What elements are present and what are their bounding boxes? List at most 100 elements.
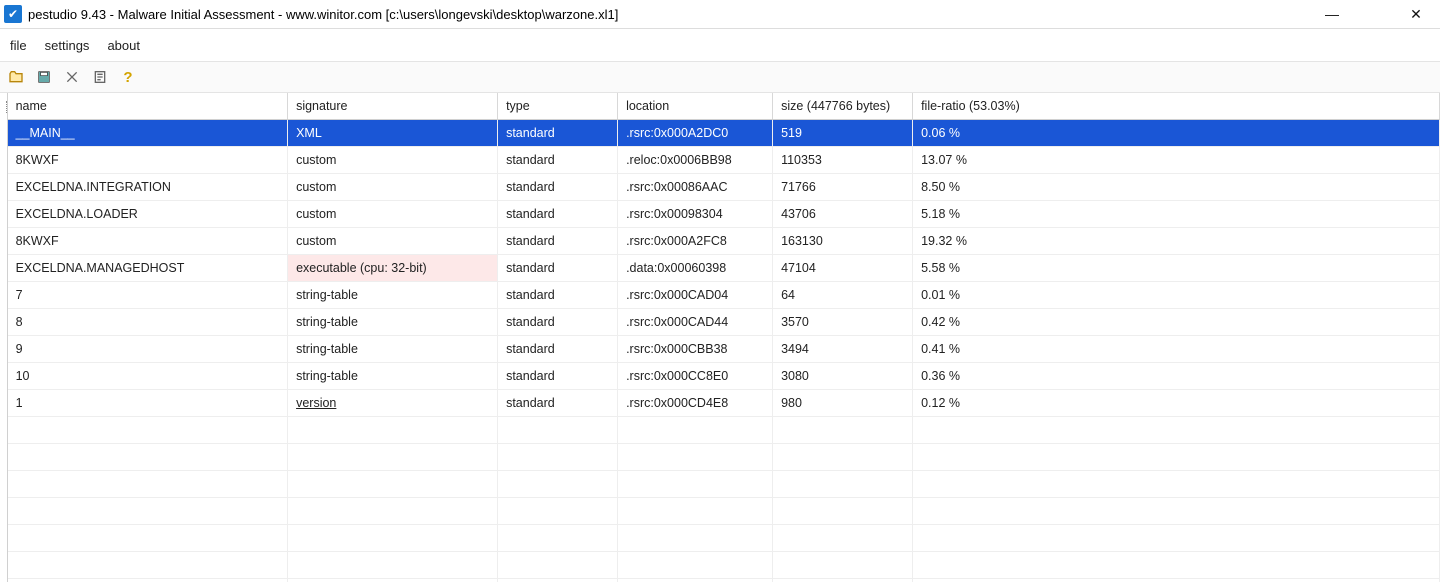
open-button[interactable] [6, 67, 26, 87]
table-row[interactable]: __MAIN__XMLstandard.rsrc:0x000A2DC05190.… [8, 120, 1440, 147]
cell-signature: string-table [288, 282, 498, 309]
table-header-row[interactable]: name signature type location size (44776… [8, 93, 1440, 120]
col-location[interactable]: location [618, 93, 773, 120]
table-row[interactable]: 7string-tablestandard.rsrc:0x000CAD04640… [8, 282, 1440, 309]
cell-empty [913, 444, 1440, 471]
table-row[interactable]: 9string-tablestandard.rsrc:0x000CBB38349… [8, 336, 1440, 363]
cell-file-ratio: 8.50 % [913, 174, 1440, 201]
cell-location: .rsrc:0x000A2DC0 [618, 120, 773, 147]
cell-size: 3494 [773, 336, 913, 363]
cell-empty [618, 471, 773, 498]
cell-size: 43706 [773, 201, 913, 228]
cell-signature: string-table [288, 363, 498, 390]
cell-name: EXCELDNA.INTEGRATION [8, 174, 288, 201]
window-title: pestudio 9.43 - Malware Initial Assessme… [28, 7, 1318, 22]
cell-empty [913, 498, 1440, 525]
table-row[interactable]: 10string-tablestandard.rsrc:0x000CC8E030… [8, 363, 1440, 390]
cell-signature: custom [288, 201, 498, 228]
cell-type: standard [498, 228, 618, 255]
cell-signature: XML [288, 120, 498, 147]
col-type[interactable]: type [498, 93, 618, 120]
col-size[interactable]: size (447766 bytes) [773, 93, 913, 120]
maximize-button[interactable] [1360, 4, 1388, 24]
cell-location: .rsrc:0x000CAD44 [618, 309, 773, 336]
table-row[interactable]: EXCELDNA.INTEGRATIONcustomstandard.rsrc:… [8, 174, 1440, 201]
cell-file-ratio: 0.36 % [913, 363, 1440, 390]
cell-signature: custom [288, 147, 498, 174]
cell-file-ratio: 0.41 % [913, 336, 1440, 363]
cell-type: standard [498, 255, 618, 282]
cell-empty [773, 552, 913, 579]
tree-pane[interactable]: − c:\users\longevski\desktop\warzone.xl1… [0, 93, 8, 582]
cell-size: 519 [773, 120, 913, 147]
toolbar: ? [0, 62, 1440, 93]
resources-table[interactable]: name signature type location size (44776… [8, 93, 1440, 582]
menu-file[interactable]: file [10, 38, 27, 53]
tree-root[interactable]: − c:\users\longevski\desktop\warzone.xl1 [6, 97, 7, 117]
cell-empty [288, 417, 498, 444]
cell-size: 163130 [773, 228, 913, 255]
col-name[interactable]: name [8, 93, 288, 120]
cell-type: standard [498, 390, 618, 417]
table-row[interactable]: 8KWXFcustomstandard.reloc:0x0006BB981103… [8, 147, 1440, 174]
save-button[interactable] [34, 67, 54, 87]
table-row-empty [8, 498, 1440, 525]
menu-about[interactable]: about [107, 38, 140, 53]
cell-location: .rsrc:0x000A2FC8 [618, 228, 773, 255]
cell-empty [8, 444, 288, 471]
minimize-button[interactable]: — [1318, 4, 1346, 24]
cell-location: .reloc:0x0006BB98 [618, 147, 773, 174]
col-file-ratio[interactable]: file-ratio (53.03%) [913, 93, 1440, 120]
table-row[interactable]: EXCELDNA.MANAGEDHOSTexecutable (cpu: 32-… [8, 255, 1440, 282]
table-row-empty [8, 579, 1440, 582]
table-row[interactable]: 8string-tablestandard.rsrc:0x000CAD44357… [8, 309, 1440, 336]
delete-icon [64, 69, 80, 85]
cell-location: .rsrc:0x000CAD04 [618, 282, 773, 309]
cell-name: __MAIN__ [8, 120, 288, 147]
titlebar: ✔ pestudio 9.43 - Malware Initial Assess… [0, 0, 1440, 29]
table-row[interactable]: 8KWXFcustomstandard.rsrc:0x000A2FC816313… [8, 228, 1440, 255]
table-row-empty [8, 417, 1440, 444]
table-row-empty [8, 552, 1440, 579]
app-icon: ✔ [4, 5, 22, 23]
cell-name: 8KWXF [8, 228, 288, 255]
help-button[interactable]: ? [118, 67, 138, 87]
table-row[interactable]: EXCELDNA.LOADERcustomstandard.rsrc:0x000… [8, 201, 1440, 228]
menubar: file settings about [0, 29, 1440, 62]
cell-size: 64 [773, 282, 913, 309]
cell-empty [498, 579, 618, 582]
table-body: __MAIN__XMLstandard.rsrc:0x000A2DC05190.… [8, 120, 1440, 582]
cell-size: 47104 [773, 255, 913, 282]
cell-location: .rsrc:0x000CBB38 [618, 336, 773, 363]
cell-file-ratio: 13.07 % [913, 147, 1440, 174]
cell-empty [8, 417, 288, 444]
delete-button[interactable] [62, 67, 82, 87]
cell-file-ratio: 0.06 % [913, 120, 1440, 147]
cell-name: 8 [8, 309, 288, 336]
col-signature[interactable]: signature [288, 93, 498, 120]
cell-file-ratio: 0.01 % [913, 282, 1440, 309]
cell-signature: custom [288, 174, 498, 201]
cell-empty [8, 579, 288, 582]
cell-type: standard [498, 147, 618, 174]
cell-empty [498, 498, 618, 525]
cell-location: .rsrc:0x000CD4E8 [618, 390, 773, 417]
table-pane[interactable]: name signature type location size (44776… [8, 93, 1440, 582]
cell-empty [288, 525, 498, 552]
cell-file-ratio: 0.12 % [913, 390, 1440, 417]
cell-name: EXCELDNA.MANAGEDHOST [8, 255, 288, 282]
cell-empty [773, 444, 913, 471]
cell-empty [913, 471, 1440, 498]
cell-empty [498, 417, 618, 444]
cell-location: .rsrc:0x00098304 [618, 201, 773, 228]
table-row[interactable]: 1versionstandard.rsrc:0x000CD4E89800.12 … [8, 390, 1440, 417]
cell-signature: string-table [288, 309, 498, 336]
cell-empty [8, 498, 288, 525]
cell-size: 3080 [773, 363, 913, 390]
close-button[interactable]: ✕ [1402, 4, 1430, 24]
cell-empty [913, 552, 1440, 579]
cell-size: 110353 [773, 147, 913, 174]
notes-button[interactable] [90, 67, 110, 87]
cell-empty [8, 552, 288, 579]
menu-settings[interactable]: settings [45, 38, 90, 53]
